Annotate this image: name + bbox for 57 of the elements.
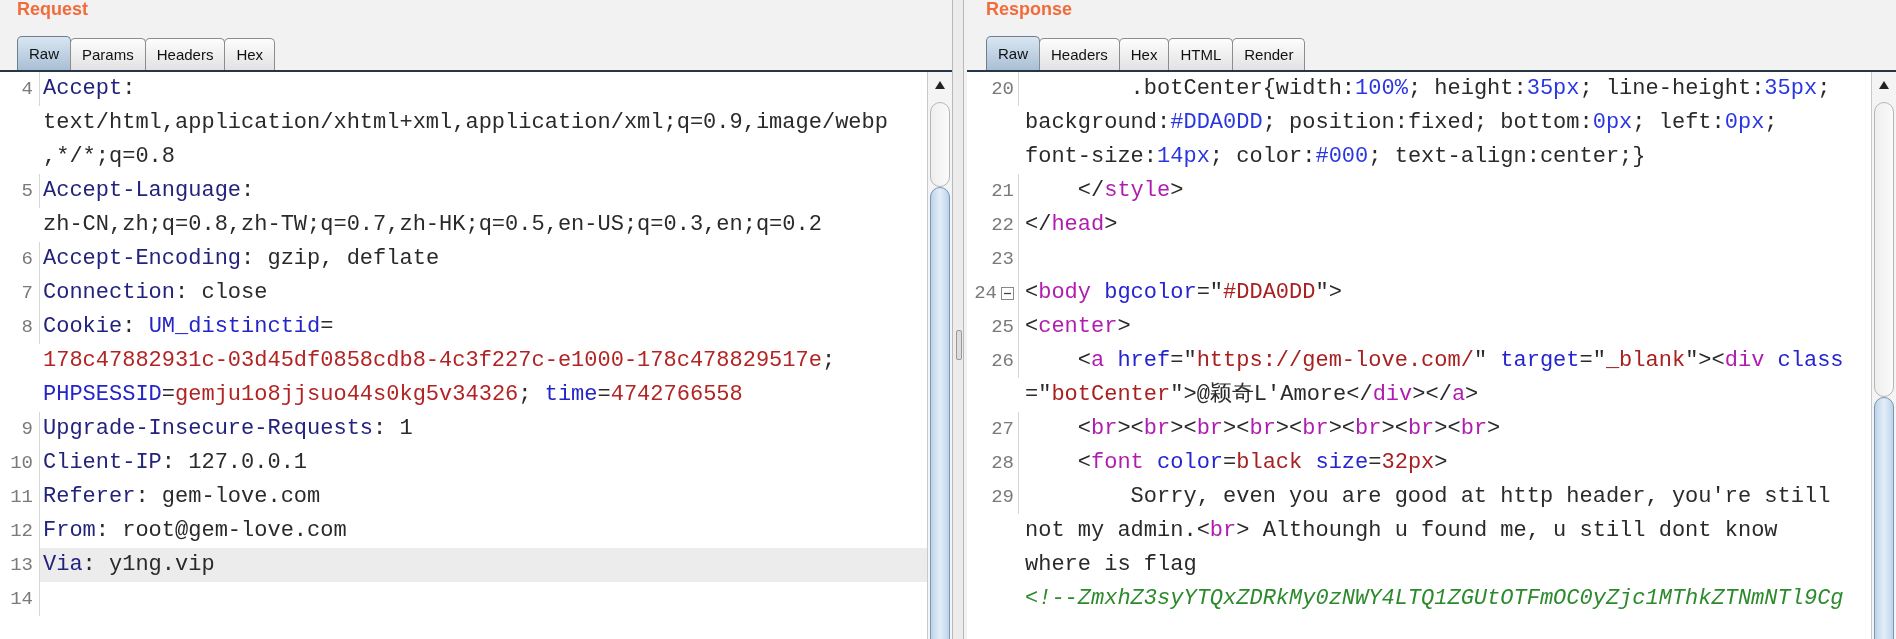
line-number: 6: [21, 247, 33, 272]
line-number: 25: [991, 315, 1014, 340]
collapse-icon[interactable]: [1001, 287, 1014, 300]
line-number: 11: [10, 485, 33, 510]
tab[interactable]: Headers: [1039, 38, 1120, 70]
line-number: 9: [21, 417, 33, 442]
tab[interactable]: Raw: [986, 36, 1040, 70]
tab[interactable]: HTML: [1168, 38, 1234, 70]
code-line: Accept-Language: zh-CN,zh;q=0.8,zh-TW;q=0.7,zh-HK;q=0.5,en-US;q=0.3,en;q=0.2: [42, 177, 823, 239]
line-number: 22: [991, 213, 1014, 238]
line-number: 12: [10, 519, 33, 544]
tab[interactable]: Hex: [1118, 38, 1170, 70]
code-line: <body bgcolor="#DDA0DD">: [1024, 279, 1343, 307]
line-number: 5: [21, 179, 33, 204]
code-line: From: root@gem-love.com: [42, 517, 348, 545]
code-line: Accept-Encoding: gzip, deflate: [42, 245, 441, 273]
code-line: Sorry, even you are good at http header, you're still not my admin.<br> Althoungh u found me, u still dont know where is flag <!--ZmxhZ3syYTQxZDRkMy0zNWY4LTQ1ZGUtOTFmOC0yZjc1MThkZTNmNTl9Cg: [1024, 483, 1845, 613]
up-arrow-icon: [1878, 79, 1890, 90]
code-line: <br><br><br><br><br><br><br><br>: [1076, 415, 1502, 443]
scrollbar-thumb[interactable]: [930, 187, 950, 639]
panel-title: Response: [986, 0, 1073, 18]
line-number: 26: [991, 349, 1014, 374]
line-number: 14: [10, 587, 33, 612]
code-line: </head>: [1024, 211, 1119, 239]
code-line: </style>: [1076, 177, 1185, 205]
line-number: 28: [991, 451, 1014, 476]
scrollbar[interactable]: [1871, 72, 1896, 639]
line-number: 20: [991, 77, 1014, 102]
code-line: <center>: [1024, 313, 1132, 341]
line-number: 10: [10, 451, 33, 476]
line-number: 8: [21, 315, 33, 340]
code-line: Cookie: UM_distinctid= 178c47882931c-03d45df0858cdb8-4c3f227c-e1000-178c478829517e; PHPSESSID=gemju1o8jjsuo44s0kg5v34326; time=4742766558: [42, 313, 837, 409]
line-number: 7: [21, 281, 33, 306]
code-line: Upgrade-Insecure-Requests: 1: [42, 415, 414, 443]
line-number: 27: [991, 417, 1014, 442]
tab[interactable]: Render: [1232, 38, 1306, 70]
line-number: 13: [10, 553, 33, 578]
scrollbar-thumb[interactable]: [1874, 397, 1894, 639]
line-number: 4: [21, 77, 33, 102]
scrollbar[interactable]: [927, 72, 952, 639]
tab[interactable]: Params: [70, 38, 146, 70]
code-line: <font color=black size=32px>: [1076, 449, 1449, 477]
line-number: 29: [991, 485, 1014, 510]
code-line: Referer: gem-love.com: [42, 483, 322, 511]
up-arrow-icon: [934, 79, 946, 90]
tab[interactable]: Hex: [224, 38, 276, 70]
panel-title: Request: [17, 0, 88, 18]
code-line: <a href="https://gem-love.com/" target="_blank"><div class ="botCenter">@颖奇L'Amore</div></a>: [1024, 347, 1845, 409]
code-line: Connection: close: [42, 279, 269, 307]
tab[interactable]: Raw: [17, 36, 71, 70]
code-line: .botCenter{width:100%; height:35px; line-height:35px; background:#DDA0DD; position:fixed; bottom:0px; left:0px; font-size:14px; color:#000; text-align:center;}: [1024, 75, 1832, 171]
line-number: 24: [974, 281, 997, 306]
line-number: 23: [991, 247, 1014, 272]
code-line: Client-IP: 127.0.0.1: [42, 449, 309, 477]
line-number: 21: [991, 179, 1014, 204]
code-line: Accept: text/html,application/xhtml+xml,application/xml;q=0.9,image/webp ,*/*;q=0.8: [42, 75, 889, 171]
tab[interactable]: Headers: [144, 38, 226, 70]
